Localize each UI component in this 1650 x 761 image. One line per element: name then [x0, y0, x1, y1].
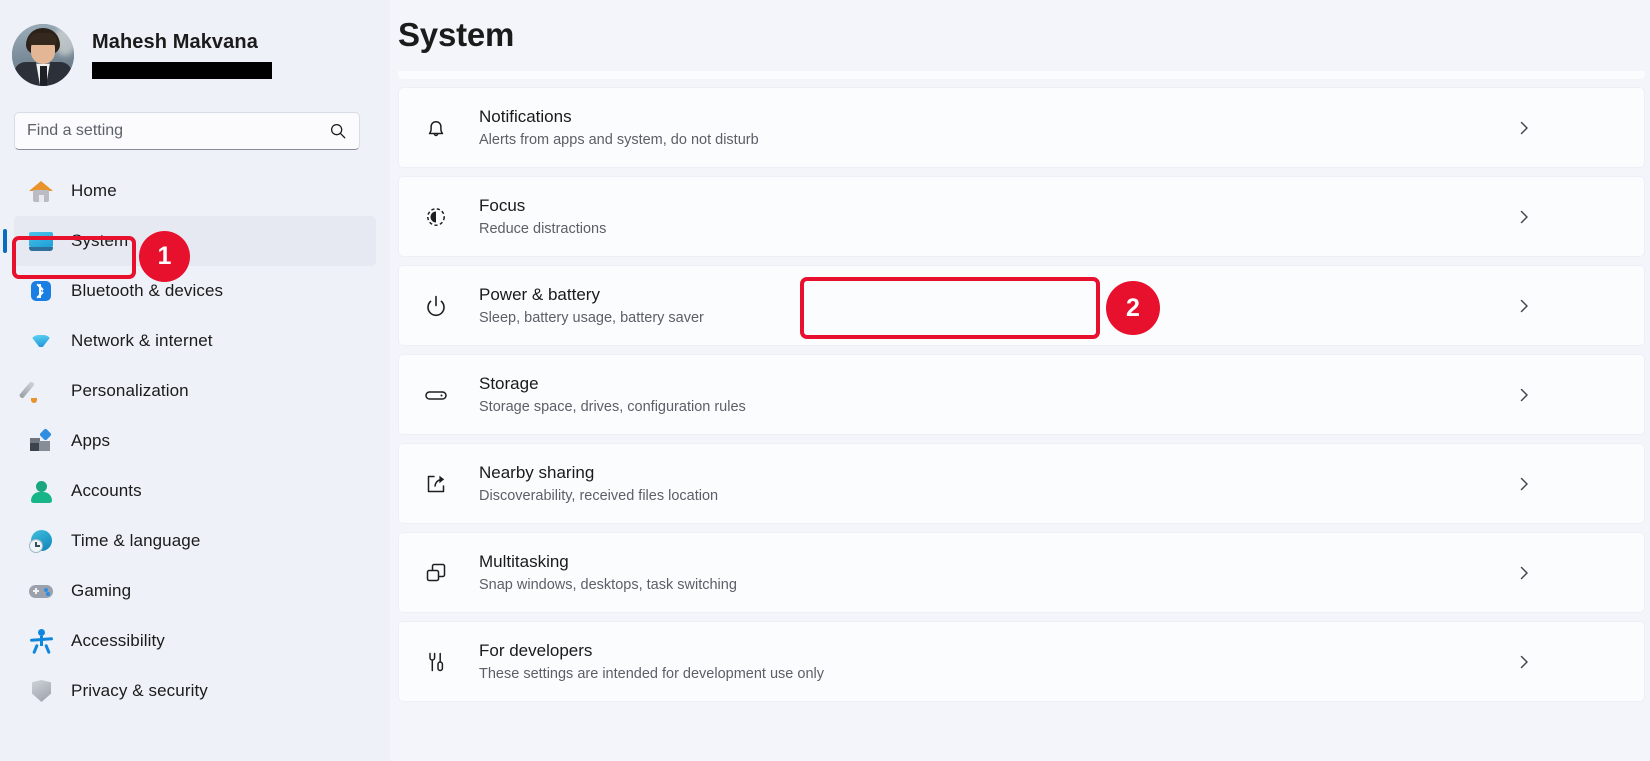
wifi-icon [28, 328, 54, 354]
sidebar-item-label: Bluetooth & devices [71, 281, 224, 300]
settings-row-subtitle: Sleep, battery usage, battery saver [479, 309, 704, 326]
settings-row-title: Notifications [479, 106, 572, 126]
drive-icon [421, 380, 451, 410]
monitor-icon [28, 228, 54, 254]
page-title: System [398, 16, 515, 53]
sidebar-item-system[interactable]: System [3, 216, 376, 266]
settings-row-subtitle: Alerts from apps and system, do not dist… [479, 131, 759, 148]
settings-row-title: Multitasking [479, 551, 569, 571]
gamepad-icon [28, 578, 54, 604]
settings-row-title: Power & battery [479, 284, 600, 304]
settings-row-multitasking[interactable]: Multitasking Snap windows, desktops, tas… [398, 532, 1645, 613]
sidebar-item-label: Personalization [71, 381, 189, 400]
sidebar-item-label: Network & internet [71, 331, 213, 350]
annotation-badge-2: 2 [1106, 281, 1160, 335]
shield-icon [28, 678, 54, 704]
sidebar-item-label: Accounts [71, 481, 142, 500]
settings-sidebar: Mahesh Makvana Home [0, 0, 390, 761]
share-icon [421, 469, 451, 499]
sidebar-item-accessibility[interactable]: Accessibility [14, 616, 376, 666]
sidebar-item-gaming[interactable]: Gaming [14, 566, 376, 616]
profile-email-redacted [92, 62, 272, 79]
search-input[interactable] [27, 122, 329, 140]
accessibility-icon [28, 628, 54, 655]
focus-moon-icon [421, 202, 451, 232]
settings-row-subtitle: Reduce distractions [479, 220, 607, 237]
settings-window: Mahesh Makvana Home [0, 0, 1650, 761]
settings-row-power-battery[interactable]: Power & battery Sleep, battery usage, ba… [398, 265, 1645, 346]
sidebar-item-network-internet[interactable]: Network & internet [14, 316, 376, 366]
sidebar-item-accounts[interactable]: Accounts [14, 466, 376, 516]
sidebar-item-label: Gaming [71, 581, 132, 600]
globe-clock-icon [28, 528, 54, 554]
bluetooth-icon [28, 278, 54, 304]
chevron-right-icon [1520, 477, 1528, 490]
settings-row-notifications[interactable]: Notifications Alerts from apps and syste… [398, 87, 1645, 168]
settings-row-subtitle: Discoverability, received files location [479, 487, 719, 504]
sidebar-item-apps[interactable]: Apps [14, 416, 376, 466]
sidebar-item-label: Time & language [71, 531, 201, 550]
tools-icon [421, 647, 451, 677]
settings-row-partial-top[interactable] [398, 71, 1645, 79]
chevron-right-icon [1520, 210, 1528, 223]
windows-stack-icon [421, 558, 451, 588]
settings-row-focus[interactable]: Focus Reduce distractions [398, 176, 1645, 257]
sidebar-item-personalization[interactable]: Personalization [14, 366, 376, 416]
chevron-right-icon [1520, 566, 1528, 579]
settings-main: System Notifications Alerts from apps an… [390, 0, 1650, 761]
profile-name: Mahesh Makvana [92, 31, 258, 53]
chevron-right-icon [1520, 299, 1528, 312]
search-box[interactable] [14, 112, 360, 150]
settings-row-for-developers[interactable]: For developers These settings are intend… [398, 621, 1645, 702]
user-profile[interactable]: Mahesh Makvana [0, 10, 390, 92]
power-icon [421, 291, 451, 321]
bell-icon [421, 113, 451, 143]
chevron-right-icon [1520, 388, 1528, 401]
settings-row-title: Focus [479, 195, 526, 215]
sidebar-item-label: Accessibility [71, 631, 165, 650]
annotation-badge-1: 1 [139, 231, 190, 282]
sidebar-item-label: Home [71, 181, 117, 200]
settings-row-title: For developers [479, 640, 593, 660]
sidebar-nav: Home System Bluetooth & devices Network … [0, 166, 390, 716]
chevron-right-icon [1520, 121, 1528, 134]
settings-row-title: Nearby sharing [479, 462, 595, 482]
apps-grid-icon [28, 428, 54, 454]
sidebar-item-home[interactable]: Home [14, 166, 376, 216]
chevron-right-icon [1520, 655, 1528, 668]
sidebar-item-bluetooth-devices[interactable]: Bluetooth & devices [14, 266, 376, 316]
sidebar-item-privacy-security[interactable]: Privacy & security [14, 666, 376, 716]
settings-row-storage[interactable]: Storage Storage space, drives, configura… [398, 354, 1645, 435]
home-icon [28, 178, 54, 204]
settings-row-subtitle: These settings are intended for developm… [479, 665, 824, 682]
search-icon [330, 123, 346, 139]
sidebar-item-label: System [71, 231, 129, 250]
person-icon [28, 478, 54, 504]
sidebar-item-label: Apps [71, 431, 111, 450]
sidebar-item-label: Privacy & security [71, 681, 208, 700]
settings-list: Notifications Alerts from apps and syste… [398, 71, 1650, 702]
paintbrush-icon [18, 378, 54, 404]
settings-row-title: Storage [479, 373, 539, 393]
avatar [12, 24, 74, 86]
settings-row-subtitle: Storage space, drives, configuration rul… [479, 398, 746, 415]
sidebar-item-time-language[interactable]: Time & language [14, 516, 376, 566]
settings-row-subtitle: Snap windows, desktops, task switching [479, 576, 737, 593]
settings-row-nearby-sharing[interactable]: Nearby sharing Discoverability, received… [398, 443, 1645, 524]
